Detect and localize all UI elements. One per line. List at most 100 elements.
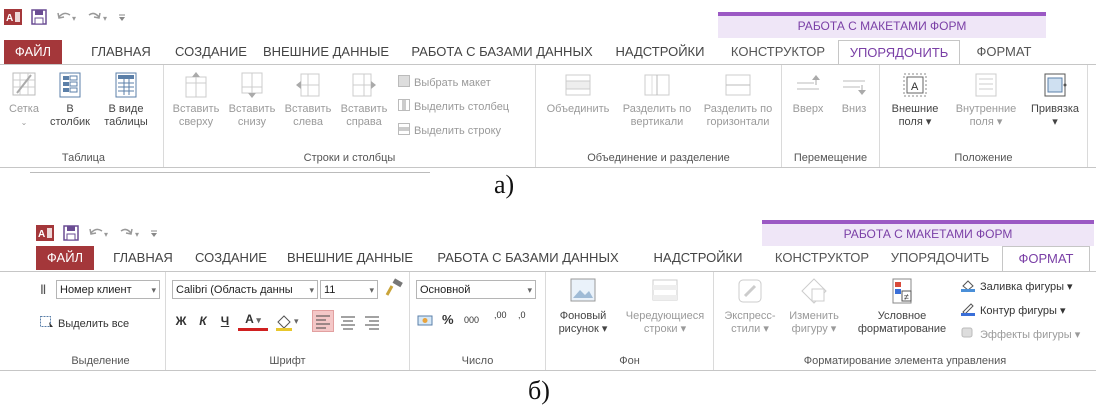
tab-database-tools[interactable]: РАБОТА С БАЗАМИ ДАННЫХ <box>404 40 600 64</box>
font-size-combo[interactable]: 11 ▾ <box>320 280 378 299</box>
tab-arrange[interactable]: УПОРЯДОЧИТЬ <box>838 40 960 65</box>
group-label-control-formatting: Форматирование элемента управления <box>803 355 1007 367</box>
quick-styles-label-1: Экспресс- <box>724 310 776 322</box>
change-shape-label-1: Изменить <box>789 310 839 322</box>
tabular-button[interactable]: В виде таблицы <box>98 71 154 129</box>
chevron-down-icon: ▾ <box>253 315 261 325</box>
merge-button[interactable]: Объединить <box>542 71 614 116</box>
chevron-down-icon: ▾ <box>309 285 314 295</box>
tab-design[interactable]: КОНСТРУКТОР <box>766 246 878 270</box>
undo-icon[interactable]: ▾ <box>88 226 110 240</box>
quick-styles-icon <box>735 279 765 309</box>
insert-below-button[interactable]: Вставить снизу <box>226 71 278 129</box>
move-up-button[interactable]: Вверх <box>786 71 830 116</box>
font-name-value: Calibri (Область данны <box>176 284 293 296</box>
shape-outline-button[interactable]: Контур фигуры ▾ <box>960 302 1066 319</box>
alternate-row-button[interactable]: Чередующиеся строки ▾ <box>620 276 710 336</box>
anchoring-button[interactable]: Привязка ▾ <box>1026 71 1084 129</box>
tab-home[interactable]: ГЛАВНАЯ <box>76 40 166 64</box>
group-label-table: Таблица <box>61 152 106 164</box>
tab-addins[interactable]: НАДСТРОЙКИ <box>640 246 756 270</box>
split-horizontal-button[interactable]: Разделить по горизонтали <box>698 71 778 129</box>
move-down-button[interactable]: Вниз <box>832 71 876 116</box>
insert-right-button[interactable]: Вставить справа <box>338 71 390 129</box>
separator-line <box>30 172 430 173</box>
control-margins-button[interactable]: A Внешние поля ▾ <box>884 71 946 129</box>
tab-addins[interactable]: НАДСТРОЙКИ <box>604 40 716 64</box>
tab-format[interactable]: ФОРМАТ <box>1002 246 1090 271</box>
undo-icon[interactable]: ▾ <box>56 10 78 24</box>
select-column-label: Выделить столбец <box>414 100 510 113</box>
customize-qat-icon[interactable] <box>118 11 126 23</box>
tabular-label-2: таблицы <box>104 116 148 128</box>
tab-create[interactable]: СОЗДАНИЕ <box>170 40 252 64</box>
change-shape-button[interactable]: Изменить фигуру ▾ <box>782 276 846 336</box>
select-all-button[interactable]: Выделить все <box>40 316 129 331</box>
insert-below-icon <box>239 72 265 102</box>
italic-button[interactable]: К <box>196 314 210 328</box>
tab-database-tools[interactable]: РАБОТА С БАЗАМИ ДАННЫХ <box>428 246 628 270</box>
group-move: Вверх Вниз Перемещение <box>782 65 880 167</box>
save-icon[interactable] <box>31 9 47 25</box>
select-layout-button[interactable]: Выбрать макет <box>398 75 491 90</box>
svg-text:▾: ▾ <box>72 14 76 23</box>
shape-outline-label: Контур фигуры ▾ <box>980 305 1066 317</box>
font-color-button[interactable]: А ▾ <box>238 312 268 331</box>
background-image-button[interactable]: Фоновый рисунок ▾ <box>550 276 616 336</box>
shape-fill-label: Заливка фигуры ▾ <box>980 281 1073 293</box>
ribbon-b: A ▾ ▾ РАБОТА С МАКЕТАМИ ФОРМ ФАЙЛ ГЛАВНА… <box>0 216 1096 376</box>
shape-effects-label: Эффекты фигуры ▾ <box>980 329 1081 341</box>
percent-button[interactable]: % <box>442 312 454 327</box>
access-icon: A <box>36 225 54 241</box>
align-right-icon[interactable] <box>362 312 382 337</box>
alternate-row-label-1: Чередующиеся <box>625 310 705 322</box>
tab-arrange[interactable]: УПОРЯДОЧИТЬ <box>882 246 998 270</box>
font-name-combo[interactable]: Calibri (Область данны ▾ <box>172 280 318 299</box>
underline-button[interactable]: Ч <box>218 314 232 328</box>
object-combo-value: Номер клиент <box>60 284 132 296</box>
insert-left-button[interactable]: Вставить слева <box>282 71 334 129</box>
insert-above-button[interactable]: Вставить сверху <box>170 71 222 129</box>
conditional-formatting-button[interactable]: ≠ Условное форматирование <box>850 276 954 336</box>
format-painter-icon[interactable] <box>384 278 404 303</box>
insert-left-label-1: Вставить <box>284 103 332 115</box>
currency-icon[interactable] <box>416 312 436 335</box>
tab-format[interactable]: ФОРМАТ <box>964 40 1044 64</box>
bold-button[interactable]: Ж <box>174 314 188 328</box>
customize-qat-icon[interactable] <box>150 227 158 239</box>
quick-styles-button[interactable]: Экспресс- стили ▾ <box>720 276 780 336</box>
shape-effects-button[interactable]: Эффекты фигуры ▾ <box>960 326 1080 343</box>
select-column-button[interactable]: Выделить столбец <box>398 99 509 114</box>
stacked-label-2: столбик <box>50 116 90 128</box>
tab-file[interactable]: ФАЙЛ <box>36 246 94 270</box>
tab-external-data[interactable]: ВНЕШНИЕ ДАННЫЕ <box>258 40 394 64</box>
thousands-button[interactable]: 000 <box>464 315 479 325</box>
number-format-combo[interactable]: Основной ▾ <box>416 280 536 299</box>
decrease-decimal-button[interactable]: ,0 <box>518 310 526 320</box>
control-margins-icon: A <box>901 73 929 102</box>
select-row-button[interactable]: Выделить строку <box>398 123 501 138</box>
tab-home[interactable]: ГЛАВНАЯ <box>104 246 182 270</box>
redo-icon[interactable]: ▾ <box>87 10 109 24</box>
group-number: Основной ▾ % 000 ,00 ,0 Число <box>410 272 546 370</box>
stacked-button[interactable]: В столбик <box>48 71 92 129</box>
tab-design[interactable]: КОНСТРУКТОР <box>722 40 834 64</box>
align-center-icon[interactable] <box>338 312 358 337</box>
control-padding-label-1: Внутренние <box>955 103 1017 115</box>
increase-decimal-button[interactable]: ,00 <box>494 310 507 320</box>
align-left-button[interactable] <box>312 310 334 332</box>
gridlines-button[interactable]: Сетка ⌄ <box>6 71 42 129</box>
split-vertical-icon <box>643 74 671 102</box>
fill-color-icon[interactable]: ▾ <box>274 312 304 337</box>
control-padding-button[interactable]: Внутренние поля ▾ <box>950 71 1022 129</box>
save-icon[interactable] <box>63 225 79 241</box>
object-combo[interactable]: Номер клиент ▾ <box>56 280 160 299</box>
shape-fill-button[interactable]: Заливка фигуры ▾ <box>960 278 1073 295</box>
redo-icon[interactable]: ▾ <box>119 226 141 240</box>
tab-create[interactable]: СОЗДАНИЕ <box>190 246 272 270</box>
tab-external-data[interactable]: ВНЕШНИЕ ДАННЫЕ <box>282 246 418 270</box>
tab-bar-b: ФАЙЛ ГЛАВНАЯ СОЗДАНИЕ ВНЕШНИЕ ДАННЫЕ РАБ… <box>0 246 1096 271</box>
split-vertical-button[interactable]: Разделить по вертикали <box>618 71 696 129</box>
group-label-number: Число <box>461 355 494 367</box>
tab-file[interactable]: ФАЙЛ <box>4 40 62 64</box>
